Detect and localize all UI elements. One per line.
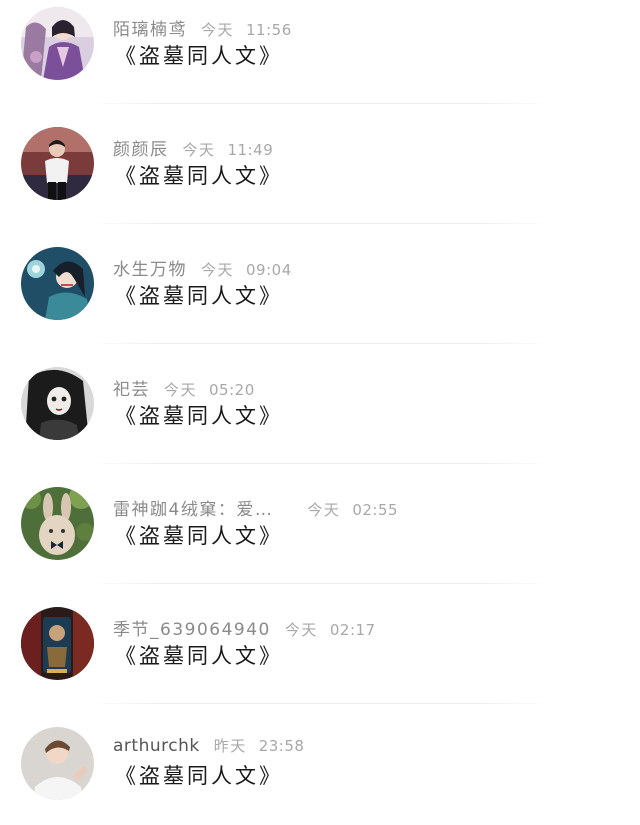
comment-text: 《盗墓同人文》 <box>115 284 283 308</box>
comment-meta: 水生万物 今天 09:04 <box>113 255 292 281</box>
timestamp-time: 23:58 <box>258 737 305 755</box>
avatar-rabbit-bowtie-icon <box>21 487 94 560</box>
comment-meta: 雷神跏4绒窠：爱… 今天 02:55 <box>113 495 398 521</box>
comment-text: 《盗墓同人文》 <box>115 44 283 68</box>
avatar-young-man-light-icon <box>21 727 94 800</box>
avatar[interactable] <box>21 127 94 200</box>
username[interactable]: 颜颜辰 <box>113 135 169 160</box>
avatar-game-character-icon <box>21 607 94 680</box>
comment-meta: 陌璃楠鸢 今天 11:56 <box>113 15 292 41</box>
comment-text: 《盗墓同人文》 <box>115 524 283 548</box>
avatar-gothic-doll-girl-icon <box>21 367 94 440</box>
divider <box>90 703 550 704</box>
timestamp-day: 今天 <box>201 261 235 279</box>
comment-item[interactable]: 祀芸 今天 05:20 《盗墓同人文》 <box>0 360 640 480</box>
username[interactable]: 季节_639064940 <box>113 615 271 640</box>
divider <box>90 343 550 344</box>
comment-meta: 祀芸 今天 05:20 <box>113 375 255 401</box>
timestamp: 昨天 23:58 <box>214 735 305 756</box>
timestamp-time: 02:17 <box>329 621 376 639</box>
timestamp-time: 11:56 <box>246 21 292 39</box>
divider <box>90 223 550 224</box>
timestamp-time: 11:49 <box>227 141 274 159</box>
username[interactable]: 祀芸 <box>113 375 150 400</box>
timestamp-day: 今天 <box>182 141 216 159</box>
comment-item[interactable]: 雷神跏4绒窠：爱… 今天 02:55 《盗墓同人文》 <box>0 480 640 600</box>
timestamp: 今天 09:04 <box>201 259 292 280</box>
timestamp-day: 今天 <box>201 21 235 39</box>
avatar[interactable] <box>21 367 94 440</box>
timestamp-day: 今天 <box>284 621 318 639</box>
comment-meta: 颜颜辰 今天 11:49 <box>113 135 273 161</box>
comment-item[interactable]: 水生万物 今天 09:04 《盗墓同人文》 <box>0 240 640 360</box>
timestamp: 今天 02:55 <box>307 499 398 520</box>
comment-text: 《盗墓同人文》 <box>115 764 283 788</box>
divider <box>90 463 550 464</box>
username[interactable]: 陌璃楠鸢 <box>113 15 187 40</box>
timestamp-time: 09:04 <box>246 261 292 279</box>
timestamp: 今天 11:49 <box>183 139 274 160</box>
comment-item[interactable]: 陌璃楠鸢 今天 11:56 《盗墓同人文》 <box>0 0 640 120</box>
username[interactable]: arthurchk <box>113 736 200 756</box>
comment-item[interactable]: arthurchk 昨天 23:58 《盗墓同人文》 <box>0 720 640 825</box>
comment-item[interactable]: 颜颜辰 今天 11:49 《盗墓同人文》 <box>0 120 640 240</box>
timestamp-day: 今天 <box>307 501 341 519</box>
comment-text: 《盗墓同人文》 <box>115 404 283 428</box>
comment-meta: arthurchk 昨天 23:58 <box>113 735 304 761</box>
timestamp: 今天 05:20 <box>164 379 255 400</box>
comment-item[interactable]: 季节_639064940 今天 02:17 《盗墓同人文》 <box>0 600 640 720</box>
avatar-ancient-costume-woman-icon <box>21 7 94 80</box>
avatar[interactable] <box>21 487 94 560</box>
comment-text: 《盗墓同人文》 <box>115 644 283 668</box>
avatar-young-man-white-shirt-icon <box>21 127 94 200</box>
comment-meta: 季节_639064940 今天 02:17 <box>113 615 376 641</box>
avatar[interactable] <box>21 607 94 680</box>
timestamp-day: 今天 <box>164 381 198 399</box>
timestamp-time: 05:20 <box>209 381 255 399</box>
avatar[interactable] <box>21 7 94 80</box>
avatar-illustrated-woman-lotus-icon <box>21 247 94 320</box>
avatar[interactable] <box>21 727 94 800</box>
username[interactable]: 雷神跏4绒窠：爱… <box>113 495 273 520</box>
divider <box>90 103 550 104</box>
timestamp: 今天 02:17 <box>285 619 376 640</box>
timestamp-time: 02:55 <box>352 501 399 519</box>
username[interactable]: 水生万物 <box>113 255 187 280</box>
divider <box>90 583 550 584</box>
avatar[interactable] <box>21 247 94 320</box>
timestamp-day: 昨天 <box>213 737 247 755</box>
comment-text: 《盗墓同人文》 <box>115 164 283 188</box>
comment-list: 陌璃楠鸢 今天 11:56 《盗墓同人文》 颜颜辰 今天 11:49 《盗墓同人文》 <box>0 0 640 825</box>
timestamp: 今天 11:56 <box>201 19 292 40</box>
